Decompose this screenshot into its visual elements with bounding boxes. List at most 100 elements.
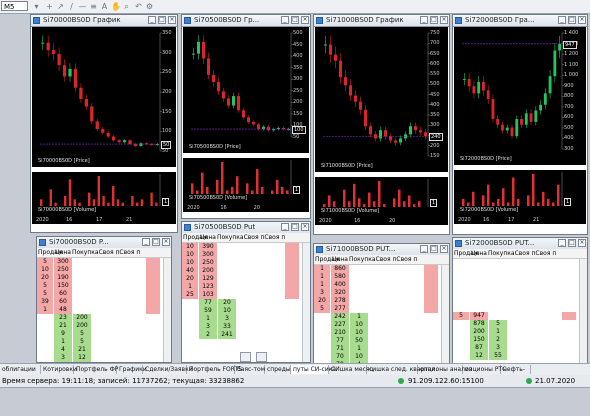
orderbook-window-72000[interactable]: Si72000BS0D PUT... _ □ × Продаж Цена Покуп…	[452, 237, 588, 365]
close-button[interactable]: ×	[578, 239, 586, 247]
close-button[interactable]: ×	[440, 16, 448, 24]
ask-row[interactable]: 1 48	[37, 306, 163, 314]
window-list-icon[interactable]	[256, 352, 267, 362]
workspace-tab[interactable]: Котировки	[41, 365, 77, 374]
bid-row[interactable]: 200 1	[453, 328, 579, 336]
ask-row[interactable]: 40 200	[182, 267, 302, 275]
orderbook-window-70500[interactable]: Si70500BS0D Put _ □ × Продаж Цена ПокупкаС…	[181, 221, 311, 363]
maximize-button[interactable]: □	[568, 16, 576, 24]
chart-window-71000[interactable]: Si71000BS0D График _ □ × 750 700 650 600 550…	[313, 14, 450, 235]
bid-row[interactable]: 77 50	[314, 337, 441, 345]
workspace-tab[interactable]: путы СИ-сика	[291, 365, 336, 374]
close-button[interactable]: ×	[168, 16, 176, 24]
orderbook-window-70000[interactable]: Si70000BS0D P... _ □ × Продаж Цена Покупка…	[36, 236, 172, 363]
timeframe-select[interactable]: M5	[1, 1, 28, 11]
bid-row[interactable]: 210 10	[314, 329, 441, 337]
bid-row[interactable]: 15	[37, 338, 163, 346]
ask-row[interactable]: 3 320	[314, 289, 441, 297]
price-chart[interactable]: 50045040035030025020015010050100Si70500B…	[183, 27, 309, 153]
maximize-button[interactable]: □	[568, 239, 576, 247]
chart-window-70000[interactable]: Si70000BS0D График _ □ × 350 300 250 200 150…	[30, 14, 178, 233]
ask-row[interactable]: 1 123	[182, 283, 302, 291]
column-header[interactable]: ПокупкаСвоя пСвоя п	[349, 255, 417, 264]
workspace-tab[interactable]: опционы РТС	[463, 365, 506, 374]
zoom-icon[interactable]: ⌕	[122, 2, 131, 11]
bid-row[interactable]: 21 200	[37, 322, 163, 330]
close-button[interactable]: ×	[440, 245, 448, 253]
bid-row[interactable]: 77 20	[182, 299, 302, 307]
maximize-button[interactable]: □	[152, 238, 160, 246]
workspace-tab[interactable]: Графики	[117, 365, 147, 374]
hline-icon[interactable]: —	[78, 2, 87, 11]
maximize-button[interactable]: □	[158, 16, 166, 24]
window-titlebar[interactable]: Si71000BS0D График _ □ ×	[314, 15, 449, 27]
crosshair-icon[interactable]: +	[45, 2, 54, 11]
column-header[interactable]: Цена	[332, 255, 348, 264]
bid-row[interactable]: 95	[37, 330, 163, 338]
column-header[interactable]: ПокупкаСвоя пСвоя п	[217, 233, 285, 242]
workspace-tab[interactable]: спреды	[265, 365, 291, 374]
ask-row[interactable]: 1 860	[314, 265, 441, 273]
volume-chart[interactable]: 1 Si70500BS0D [Volume]	[183, 158, 309, 204]
workspace-tab[interactable]: Портфель ФР	[74, 365, 118, 374]
bid-row[interactable]: 3 12	[37, 354, 163, 362]
bid-row[interactable]: 4 21	[37, 346, 163, 354]
text-icon[interactable]: A	[100, 2, 109, 11]
bid-row[interactable]: 227 10	[314, 321, 441, 329]
maximize-button[interactable]: □	[291, 223, 299, 231]
line-icon[interactable]: ∕	[67, 2, 76, 11]
undo-icon[interactable]: ↶	[134, 2, 143, 11]
bid-row[interactable]: 71 1	[314, 345, 441, 353]
bid-row[interactable]: 2 241	[182, 331, 302, 339]
close-button[interactable]: ×	[301, 223, 309, 231]
ask-row[interactable]: 20 129	[182, 275, 302, 283]
close-button[interactable]: ×	[578, 16, 586, 24]
maximize-button[interactable]: □	[291, 16, 299, 24]
order-book-table[interactable]: Продаж Цена ПокупкаСвоя пСвоя п 5 947 878 5 200…	[453, 249, 587, 364]
ask-row[interactable]: 10 250	[182, 259, 302, 267]
volume-chart[interactable]: 1 Si70000BS0D [Volume]	[32, 172, 176, 216]
window-titlebar[interactable]: Si70000BS0D График _ □ ×	[31, 15, 177, 27]
column-header[interactable]: Цена	[200, 233, 216, 242]
maximize-button[interactable]: □	[430, 245, 438, 253]
chart-window-70500[interactable]: Si70500BS0D Гр... _ □ × 500 450 400 350 300 2…	[181, 14, 311, 219]
workspace-tab[interactable]: баяс-том	[235, 365, 265, 374]
ask-row[interactable]: 5 300	[37, 258, 163, 266]
workspace-tab[interactable]: опционы анализ	[418, 365, 472, 374]
ask-row[interactable]: 1 580	[314, 273, 441, 281]
ask-row[interactable]: 5 60	[37, 290, 163, 298]
minimize-button[interactable]: _	[148, 16, 156, 24]
bid-row[interactable]: 23 200	[37, 314, 163, 322]
minimize-button[interactable]: _	[558, 239, 566, 247]
bid-row[interactable]: 87 3	[453, 344, 579, 352]
price-chart[interactable]: 350 300 250 200 150 100 50 50 Si70000BS0D [Price…	[32, 27, 176, 167]
workspace-tab[interactable]: сишка след. квартал.	[367, 365, 437, 374]
order-book-table[interactable]: Продаж Цена ПокупкаСвоя пСвоя п 1 860 1 580 1 40…	[314, 255, 449, 374]
vertical-scrollbar[interactable]	[302, 243, 310, 362]
ask-row[interactable]: 10 300	[182, 251, 302, 259]
bid-row[interactable]: 13	[182, 315, 302, 323]
volume-chart[interactable]: 1 Si71000BS0D [Volume]	[315, 177, 448, 217]
minimize-button[interactable]: _	[420, 245, 428, 253]
order-book-table[interactable]: Продаж Цена ПокупкаСвоя пСвоя п 5 300 10 250 20…	[37, 248, 171, 362]
minimize-button[interactable]: _	[281, 16, 289, 24]
ask-row[interactable]: 39 60	[37, 298, 163, 306]
bid-row[interactable]: 70 10	[314, 353, 441, 361]
hand-icon[interactable]: ✋	[111, 2, 121, 11]
workspace-tab[interactable]: СИшка месяц	[329, 365, 374, 374]
minimize-button[interactable]: _	[420, 16, 428, 24]
orderbook-window-71000[interactable]: Si71000BS0D PUT... _ □ × Продаж Цена Покуп…	[313, 243, 450, 375]
ask-row[interactable]: 20 278	[314, 297, 441, 305]
settings-icon[interactable]: ⚙	[145, 2, 154, 11]
vertical-scrollbar[interactable]	[579, 259, 587, 364]
workspace-tab[interactable]: облигации	[0, 365, 41, 374]
order-book-table[interactable]: Продаж Цена ПокупкаСвоя пСвоя п 10 390 10 300 1…	[182, 233, 310, 362]
column-header[interactable]: Цена	[55, 248, 71, 257]
ask-row[interactable]: 5 947	[453, 312, 579, 320]
bid-row[interactable]: 242 1	[314, 313, 441, 321]
column-header[interactable]: ПокупкаСвоя пСвоя п	[72, 248, 140, 257]
minimize-button[interactable]: _	[281, 223, 289, 231]
minimize-button[interactable]: _	[142, 238, 150, 246]
workspace-tab[interactable]: Портфель FORTS	[187, 365, 242, 374]
column-header[interactable]: Цена	[471, 249, 487, 258]
